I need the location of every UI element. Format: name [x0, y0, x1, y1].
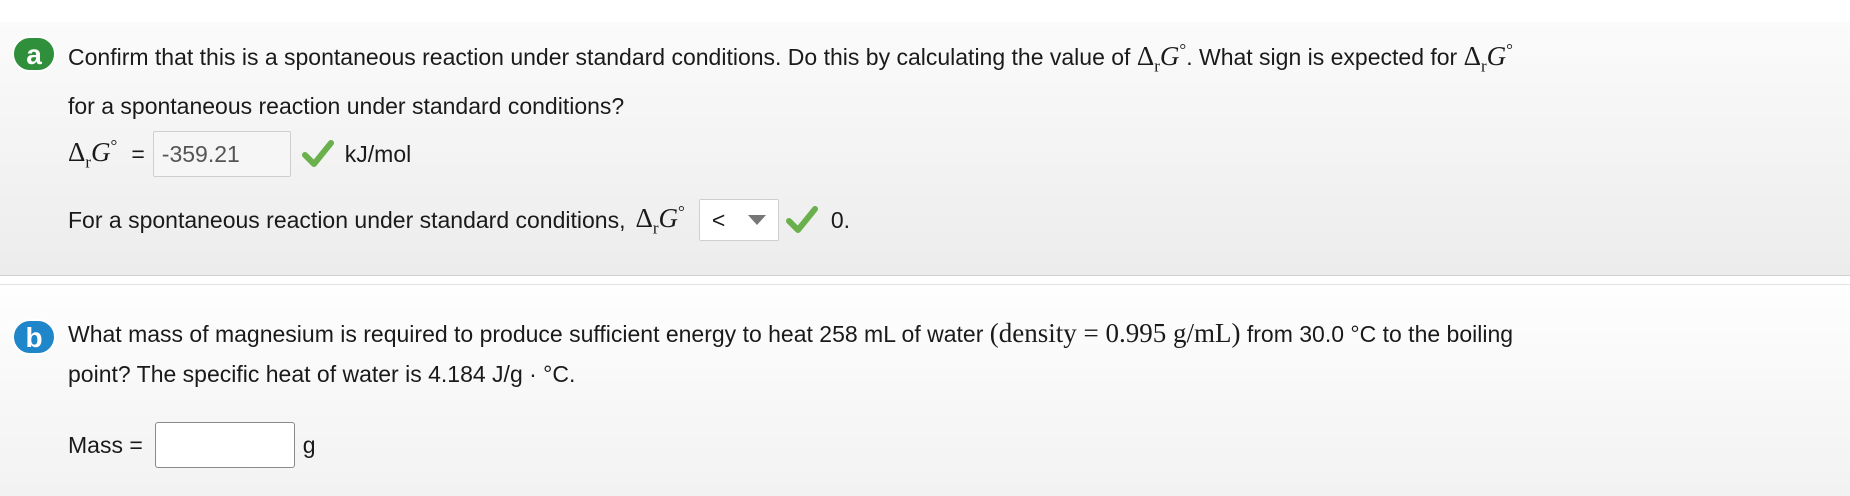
part-a-question-text-2: . What sign is expected for	[1186, 44, 1464, 70]
sign-select[interactable]: <	[698, 199, 779, 241]
delta-g-symbol-1: ΔrG°	[1136, 40, 1187, 76]
part-a-question-text-1: Confirm that this is a spontaneous react…	[68, 44, 1137, 70]
delta-g-label: ΔrG°	[68, 135, 118, 172]
delta-g-answer-row: ΔrG° = -359.21 kJ/mol	[68, 130, 411, 178]
part-a-panel: a Confirm that this is a spontaneous rea…	[0, 22, 1850, 276]
part-b-question-text-1: What mass of magnesium is required to pr…	[68, 321, 984, 347]
mass-label: Mass =	[68, 431, 143, 458]
part-b-question-text-3: point? The specific heat of water is 4.1…	[68, 361, 576, 387]
chevron-down-icon	[747, 215, 766, 225]
sign-prefix-text: For a spontaneous reaction under standar…	[68, 206, 626, 233]
delta-g-equals: =	[131, 140, 145, 167]
sign-answer-row: For a spontaneous reaction under standar…	[68, 196, 850, 244]
part-b-question: What mass of magnesium is required to pr…	[68, 313, 1840, 394]
part-a-question-text-3: for a spontaneous reaction under standar…	[68, 93, 625, 120]
mass-input[interactable]	[154, 422, 295, 468]
sign-select-value: <	[711, 206, 726, 233]
delta-g-unit: kJ/mol	[344, 140, 412, 167]
delta-g-symbol-3: ΔrG°	[635, 201, 685, 238]
correct-check-icon	[785, 206, 818, 233]
delta-g-answer-field[interactable]: -359.21	[152, 131, 291, 177]
density-expression: (density = 0.995 g/mL)	[989, 318, 1241, 348]
part-b-badge: b	[12, 319, 56, 355]
part-a-question: Confirm that this is a spontaneous react…	[68, 30, 1840, 126]
mass-answer-row: Mass = g	[68, 421, 316, 469]
part-b-panel: b What mass of magnesium is required to …	[0, 284, 1850, 496]
part-a-badge: a	[12, 36, 56, 72]
sign-suffix-text: 0.	[830, 206, 851, 233]
mass-unit: g	[302, 431, 316, 458]
correct-check-icon	[301, 140, 334, 167]
part-b-question-text-2: from 30.0 °C to the boiling	[1246, 321, 1514, 347]
delta-g-symbol-2: ΔrG°	[1463, 40, 1513, 76]
